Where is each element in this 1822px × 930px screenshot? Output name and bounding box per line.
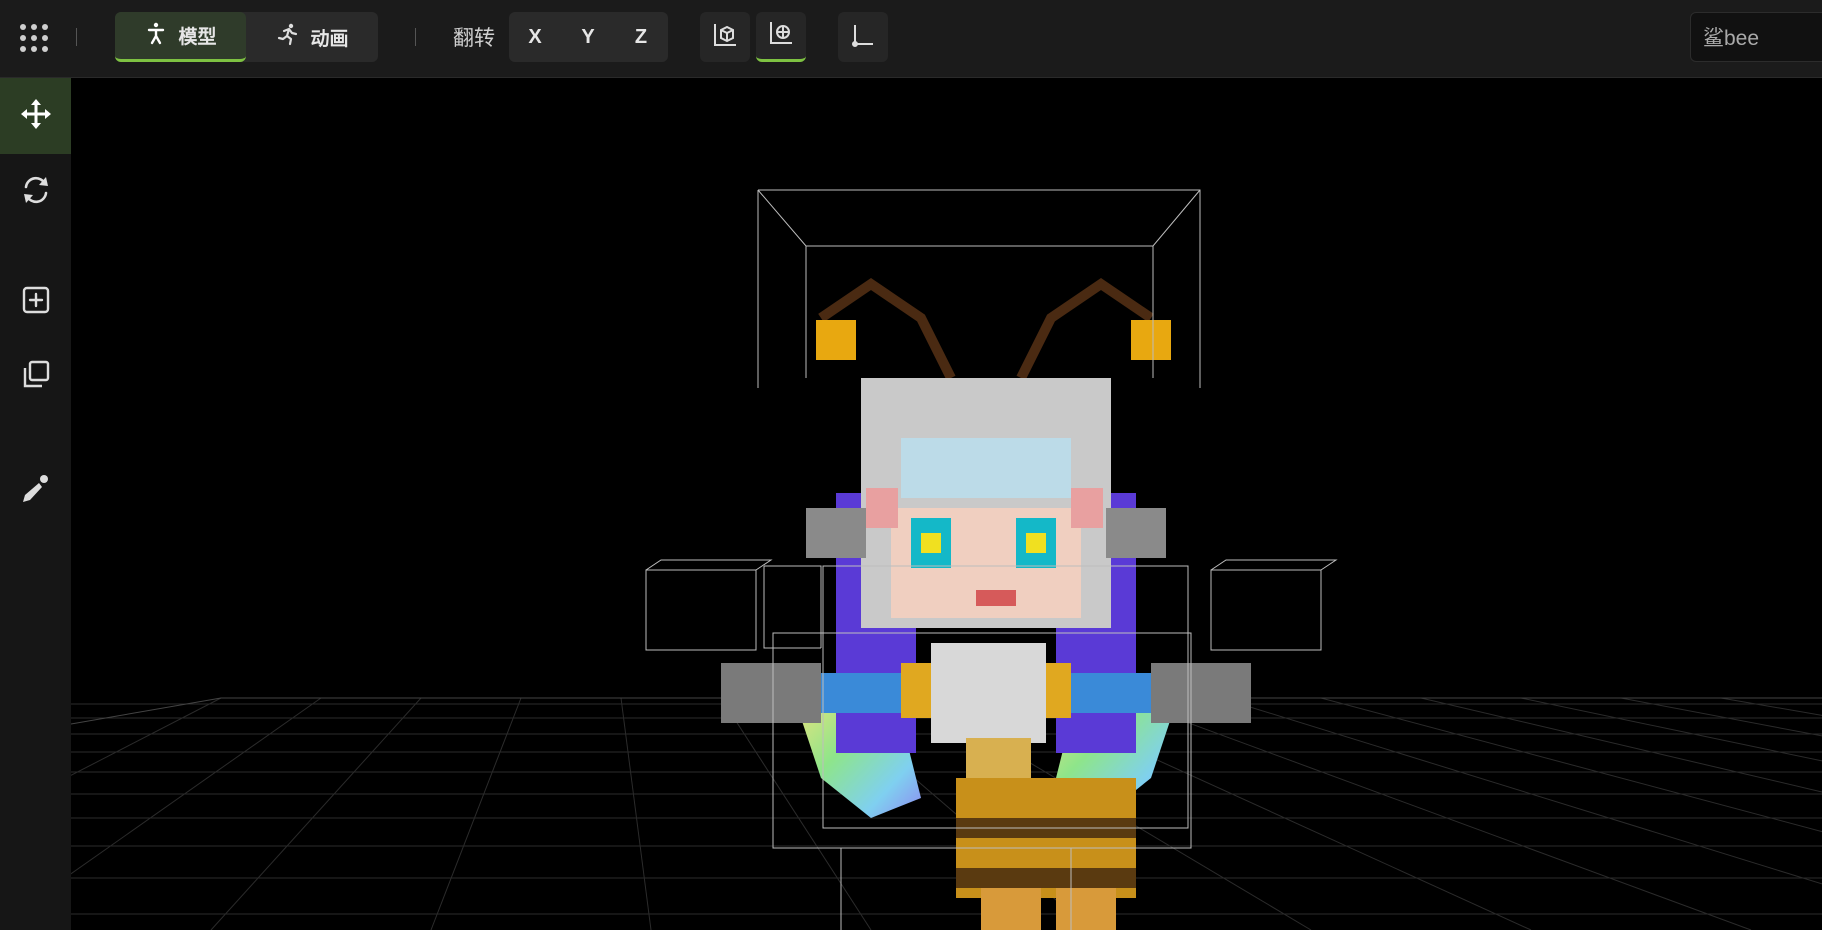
move-tool-button[interactable] [0, 78, 71, 154]
model-name-field[interactable] [1690, 12, 1822, 62]
scene-canvas[interactable] [71, 78, 1822, 930]
rotate-tool-button[interactable] [0, 154, 71, 230]
flip-axis-group: X Y Z [509, 12, 668, 62]
3d-viewport[interactable] [71, 78, 1822, 930]
move-arrows-icon [19, 97, 53, 136]
bounding-box-grid-icon [767, 19, 795, 52]
tab-animation-label: 动画 [310, 28, 349, 50]
axis-corner-icon [849, 21, 877, 54]
paint-brush-icon [19, 471, 53, 510]
person-icon [144, 21, 168, 51]
running-icon [276, 22, 300, 52]
flip-x-button[interactable]: X [509, 12, 561, 62]
flip-label: 翻转 [453, 27, 495, 50]
tab-animation[interactable]: 动画 [247, 12, 378, 62]
tab-model-label: 模型 [178, 27, 217, 48]
mode-tabs: 模型 动画 [115, 12, 378, 62]
bounding-grid-button[interactable] [756, 12, 806, 62]
bounding-box-icon [711, 21, 739, 54]
add-box-icon [19, 283, 53, 322]
add-box-button[interactable] [0, 264, 71, 340]
top-toolbar: 模型 动画 翻转 X Y Z [0, 0, 1822, 78]
toolbar-divider [415, 28, 416, 46]
flip-y-button[interactable]: Y [562, 12, 614, 62]
toolbar-divider [76, 28, 77, 46]
tab-model[interactable]: 模型 [115, 12, 246, 62]
bounding-box-button[interactable] [700, 12, 750, 62]
tool-sidebar [0, 78, 72, 930]
paint-tool-button[interactable] [0, 452, 71, 528]
duplicate-button[interactable] [0, 338, 71, 414]
axis-corner-button[interactable] [838, 12, 888, 62]
rotate-icon [19, 173, 53, 212]
voxel-character[interactable] [721, 277, 1251, 930]
duplicate-icon [19, 357, 53, 396]
grid-menu-icon[interactable] [18, 22, 50, 54]
flip-z-button[interactable]: Z [615, 12, 667, 62]
